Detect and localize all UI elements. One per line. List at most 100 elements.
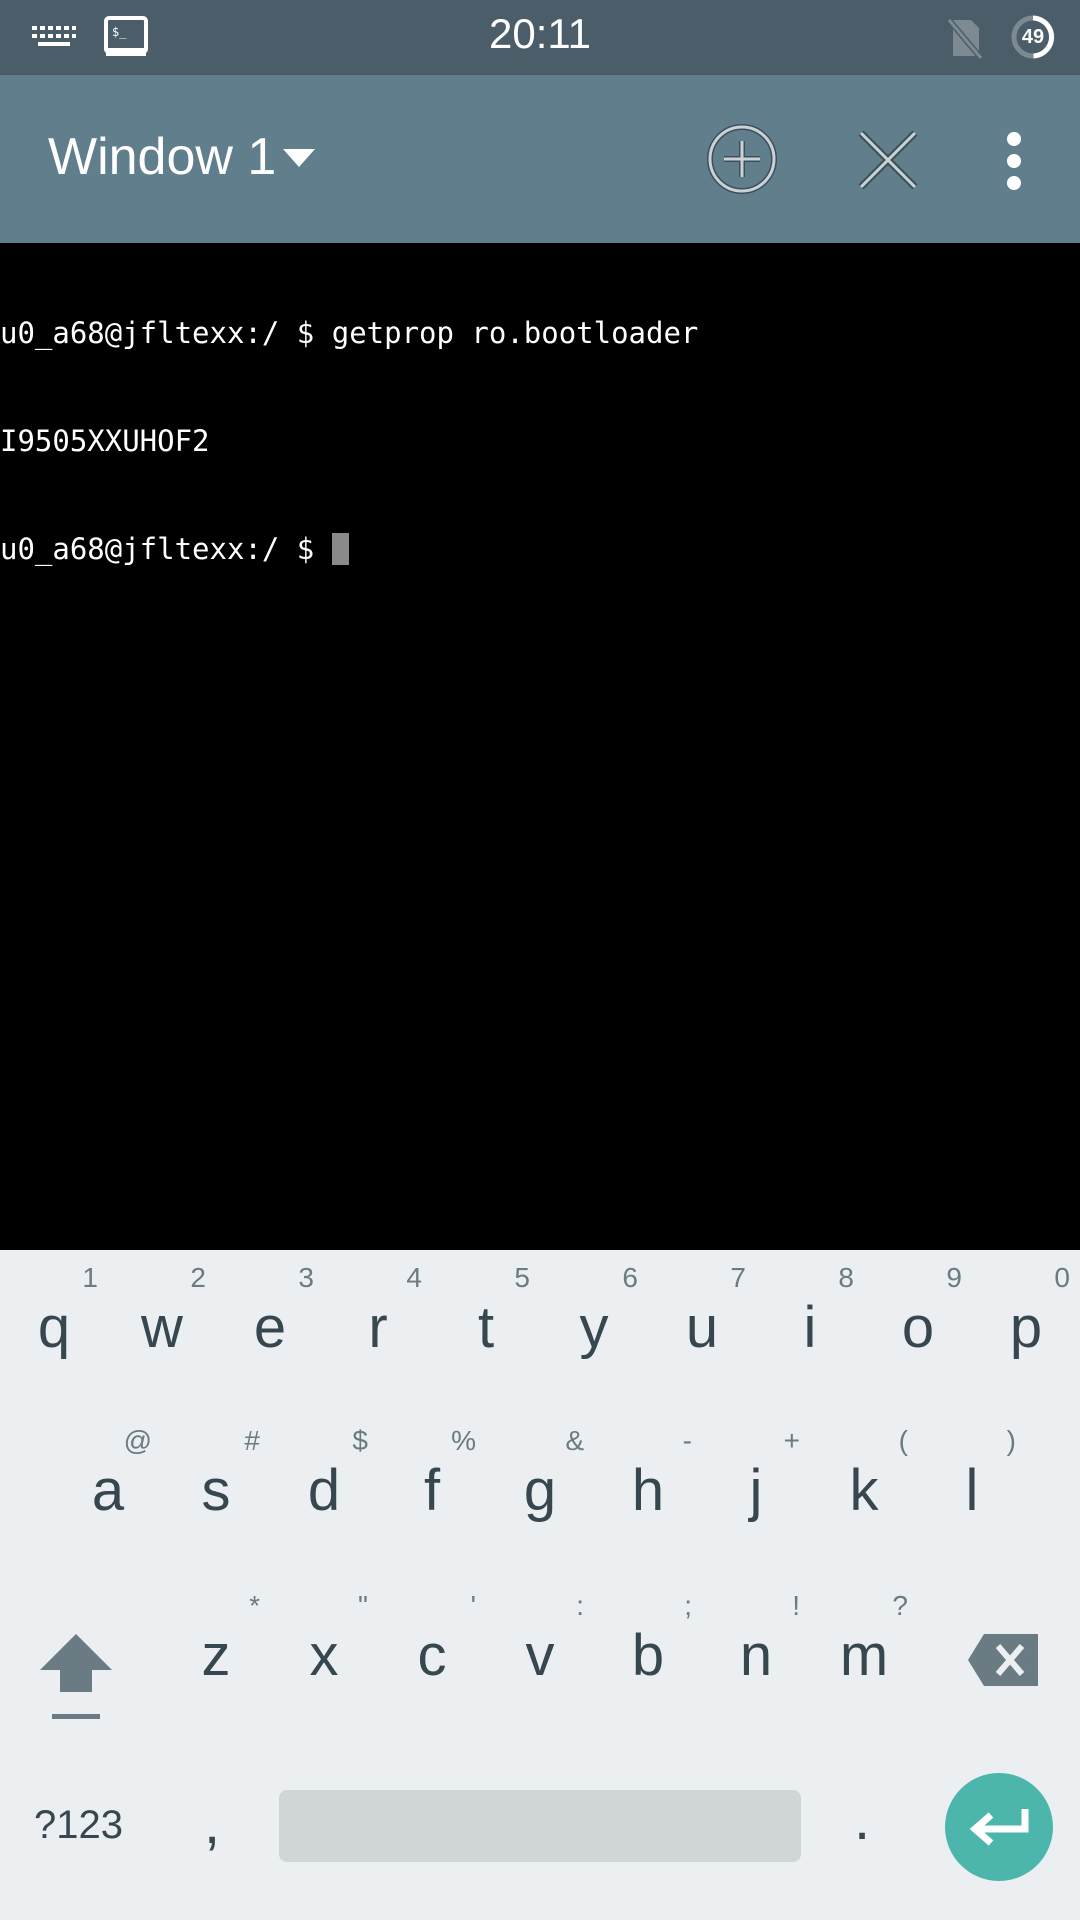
key-hint: 3 xyxy=(298,1262,314,1293)
enter-icon xyxy=(969,1809,1029,1846)
key-c[interactable]: ' c xyxy=(378,1590,486,1730)
key-x[interactable]: " x xyxy=(270,1590,378,1730)
key-label: w xyxy=(141,1295,183,1360)
key-h[interactable]: -h xyxy=(594,1425,702,1565)
key-label: p xyxy=(1009,1295,1043,1360)
key-f[interactable]: % f xyxy=(378,1425,486,1565)
key-label: j xyxy=(749,1458,763,1523)
battery-icon: 49 xyxy=(1010,14,1056,60)
key-hint: ? xyxy=(892,1590,908,1621)
key-v[interactable]: :v xyxy=(486,1590,594,1730)
key-hint: : xyxy=(576,1590,584,1621)
key-label: u xyxy=(685,1295,719,1360)
key-label: l xyxy=(965,1458,979,1523)
key-label: m xyxy=(839,1623,889,1688)
key-y[interactable]: 6y xyxy=(540,1262,648,1402)
key-o[interactable]: 9o xyxy=(864,1262,972,1402)
key-hint: 5 xyxy=(514,1262,530,1293)
period-key[interactable]: . xyxy=(854,1786,870,1853)
key-hint: ; xyxy=(684,1590,692,1621)
close-window-button[interactable] xyxy=(855,127,921,193)
no-sim-icon xyxy=(946,18,984,60)
key-hint: ) xyxy=(1006,1425,1016,1456)
key-u[interactable]: 7u xyxy=(648,1262,756,1402)
key-hint: $ xyxy=(352,1425,368,1456)
key-label: b xyxy=(631,1623,665,1688)
key-hint: % xyxy=(451,1425,476,1456)
key-hint: & xyxy=(565,1425,584,1456)
symbols-key[interactable]: ?123 xyxy=(34,1803,123,1848)
key-l[interactable]: ) l xyxy=(918,1425,1026,1565)
key-z[interactable]: * z xyxy=(162,1590,270,1730)
key-hint: 8 xyxy=(838,1262,854,1293)
key-s[interactable]: # s xyxy=(162,1425,270,1565)
key-hint: 4 xyxy=(406,1262,422,1293)
key-label: c xyxy=(417,1623,447,1688)
comma-key[interactable]: , xyxy=(204,1790,220,1857)
text-cursor xyxy=(331,533,349,565)
backspace-key[interactable] xyxy=(966,1632,1042,1688)
key-hint: ' xyxy=(470,1590,476,1621)
terminal-output[interactable]: u0_a68@jfltexx:/ $ getprop ro.bootloader… xyxy=(0,243,1080,1250)
key-e[interactable]: 3e xyxy=(216,1262,324,1402)
terminal-prompt: u0_a68@jfltexx:/ $ xyxy=(0,532,332,566)
key-label: q xyxy=(37,1295,71,1360)
key-i[interactable]: 8i xyxy=(756,1262,864,1402)
key-q[interactable]: 1q xyxy=(0,1262,108,1402)
key-hint: # xyxy=(244,1425,260,1456)
key-g[interactable]: & g xyxy=(486,1425,594,1565)
add-window-button[interactable] xyxy=(706,123,778,195)
key-label: a xyxy=(91,1458,125,1523)
key-label: d xyxy=(307,1458,341,1523)
key-hint: - xyxy=(682,1425,692,1456)
key-label: n xyxy=(739,1623,773,1688)
key-label: r xyxy=(368,1295,388,1360)
window-selector[interactable]: Window 1 xyxy=(0,75,340,243)
status-time: 20:11 xyxy=(489,10,591,57)
toolbar: Window 1 xyxy=(0,75,1080,243)
dropdown-arrow-icon xyxy=(283,149,315,167)
key-label: h xyxy=(631,1458,665,1523)
key-hint: @ xyxy=(123,1425,152,1456)
key-hint: " xyxy=(358,1590,368,1621)
status-bar: $_ 20:11 49 xyxy=(0,0,1080,75)
key-j[interactable]: + j xyxy=(702,1425,810,1565)
more-options-icon[interactable] xyxy=(996,131,1032,191)
terminal-prompt-line: u0_a68@jfltexx:/ $ xyxy=(0,531,1080,567)
space-bar[interactable] xyxy=(279,1790,801,1862)
battery-level: 49 xyxy=(1021,26,1045,48)
key-hint: ! xyxy=(792,1590,800,1621)
key-label: y xyxy=(579,1295,609,1360)
key-hint: + xyxy=(783,1425,800,1456)
key-hint: 7 xyxy=(730,1262,746,1293)
key-k[interactable]: (k xyxy=(810,1425,918,1565)
key-label: f xyxy=(423,1458,441,1523)
terminal-line: I9505XXUHOF2 xyxy=(0,424,210,458)
key-label: x xyxy=(309,1623,339,1688)
key-d[interactable]: $ d xyxy=(270,1425,378,1565)
shift-key[interactable] xyxy=(36,1630,116,1722)
key-hint: ( xyxy=(898,1425,908,1456)
key-hint: 9 xyxy=(946,1262,962,1293)
key-hint: * xyxy=(249,1590,260,1621)
key-label: z xyxy=(201,1623,231,1688)
key-label: i xyxy=(803,1295,817,1360)
key-label: e xyxy=(253,1295,287,1360)
terminal-line: u0_a68@jfltexx:/ $ getprop ro.bootloader xyxy=(0,316,699,350)
enter-key[interactable] xyxy=(945,1773,1053,1881)
key-n[interactable]: ! n xyxy=(702,1590,810,1730)
key-m[interactable]: ? m xyxy=(810,1590,918,1730)
key-a[interactable]: @ a xyxy=(54,1425,162,1565)
key-t[interactable]: 5t xyxy=(432,1262,540,1402)
key-b[interactable]: ; b xyxy=(594,1590,702,1730)
key-label: s xyxy=(201,1458,231,1523)
key-label: t xyxy=(477,1295,495,1360)
key-r[interactable]: 4r xyxy=(324,1262,432,1402)
key-w[interactable]: 2w xyxy=(108,1262,216,1402)
key-hint: 2 xyxy=(190,1262,206,1293)
key-hint: 6 xyxy=(622,1262,638,1293)
key-p[interactable]: 0p xyxy=(972,1262,1080,1402)
key-label: k xyxy=(849,1458,879,1523)
key-hint: 0 xyxy=(1054,1262,1070,1293)
key-hint: 1 xyxy=(82,1262,98,1293)
